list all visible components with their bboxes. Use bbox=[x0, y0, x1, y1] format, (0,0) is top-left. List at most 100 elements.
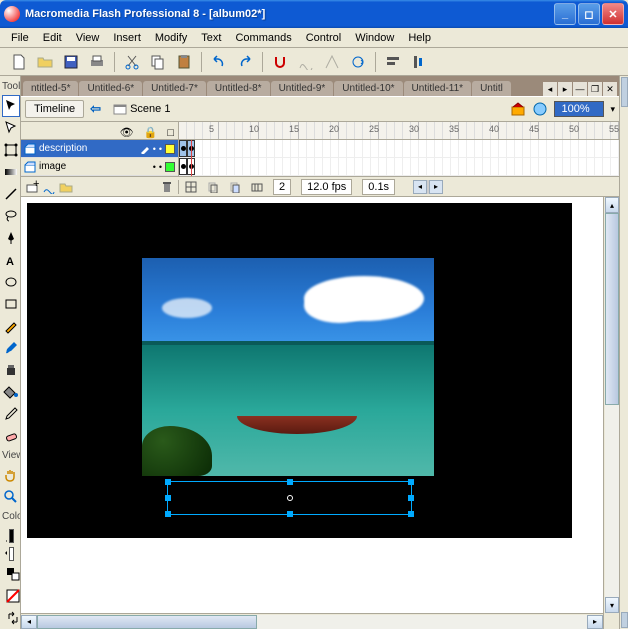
menu-help[interactable]: Help bbox=[401, 30, 438, 46]
hand-tool[interactable] bbox=[2, 464, 20, 486]
scroll-up-button[interactable]: ▴ bbox=[605, 197, 619, 213]
outline-header-icon[interactable]: □ bbox=[167, 127, 174, 139]
pencil-tool[interactable] bbox=[2, 315, 20, 337]
smooth-button[interactable] bbox=[295, 51, 317, 73]
tab-scroll-right[interactable]: ▸ bbox=[558, 82, 572, 96]
zoom-level-input[interactable]: 100% bbox=[554, 101, 604, 117]
tab-scroll-left[interactable]: ◂ bbox=[543, 82, 557, 96]
ink-bottle-tool[interactable] bbox=[2, 359, 20, 381]
swap-tool[interactable] bbox=[4, 607, 21, 629]
timeline-toggle-button[interactable]: Timeline bbox=[25, 100, 84, 118]
gradient-transform-tool[interactable] bbox=[2, 161, 20, 183]
zoom-dropdown-icon[interactable]: ▾ bbox=[610, 104, 615, 115]
insert-folder-button[interactable] bbox=[59, 180, 73, 194]
doc-tab-6[interactable]: Untitled-11* bbox=[404, 81, 472, 96]
window-close-button[interactable]: ✕ bbox=[602, 3, 624, 25]
rotate-button[interactable] bbox=[347, 51, 369, 73]
timeline-frames-area[interactable] bbox=[179, 140, 619, 176]
selection-tool[interactable] bbox=[2, 95, 20, 117]
stage-text-selection-box[interactable] bbox=[167, 481, 412, 515]
layer-vis-dot[interactable]: • bbox=[153, 162, 156, 172]
nocolor-tool[interactable] bbox=[4, 585, 21, 607]
pen-tool[interactable] bbox=[2, 227, 20, 249]
doc-close[interactable]: ✕ bbox=[603, 82, 617, 96]
onion-skin-icon[interactable] bbox=[207, 181, 219, 193]
open-button[interactable] bbox=[34, 51, 56, 73]
undo-button[interactable] bbox=[208, 51, 230, 73]
menu-modify[interactable]: Modify bbox=[148, 30, 194, 46]
onion-outline-icon[interactable] bbox=[229, 181, 241, 193]
edit-multiple-icon[interactable] bbox=[251, 181, 263, 193]
motion-guide-button[interactable] bbox=[42, 180, 56, 194]
window-minimize-button[interactable]: _ bbox=[554, 3, 576, 25]
subselection-tool[interactable] bbox=[2, 117, 20, 139]
eyedropper-tool[interactable] bbox=[2, 403, 20, 425]
text-tool[interactable]: A bbox=[2, 249, 20, 271]
menu-file[interactable]: File bbox=[4, 30, 36, 46]
stage-image[interactable] bbox=[142, 258, 434, 476]
menu-edit[interactable]: Edit bbox=[36, 30, 69, 46]
horizontal-scrollbar[interactable]: ◂ ▸ bbox=[21, 613, 603, 629]
snap-button[interactable] bbox=[269, 51, 291, 73]
fill-color-row[interactable] bbox=[4, 545, 16, 563]
panel-grabber[interactable] bbox=[621, 77, 628, 107]
doc-restore[interactable]: ❐ bbox=[588, 82, 602, 96]
edit-scene-icon[interactable] bbox=[510, 101, 526, 117]
panel-grabber[interactable] bbox=[621, 612, 628, 628]
layer-lock-dot[interactable]: • bbox=[159, 144, 162, 154]
zoom-tool[interactable] bbox=[2, 486, 20, 508]
layer-outline-chip[interactable] bbox=[165, 162, 175, 172]
scene-back-button[interactable]: ⇦ bbox=[90, 101, 101, 117]
doc-tab-4[interactable]: Untitled-9* bbox=[271, 81, 334, 96]
bw-tool[interactable] bbox=[4, 563, 21, 585]
window-maximize-button[interactable]: ◻ bbox=[578, 3, 600, 25]
doc-minimize[interactable]: — bbox=[573, 82, 587, 96]
paste-button[interactable] bbox=[173, 51, 195, 73]
brush-tool[interactable] bbox=[2, 337, 20, 359]
align-button[interactable] bbox=[382, 51, 404, 73]
menu-window[interactable]: Window bbox=[348, 30, 401, 46]
paint-bucket-tool[interactable] bbox=[2, 381, 20, 403]
straighten-button[interactable] bbox=[321, 51, 343, 73]
redo-button[interactable] bbox=[234, 51, 256, 73]
doc-tab-5[interactable]: Untitled-10* bbox=[334, 81, 402, 96]
stroke-color-row[interactable] bbox=[4, 527, 16, 545]
doc-tab-1[interactable]: Untitled-6* bbox=[79, 81, 142, 96]
line-tool[interactable] bbox=[2, 183, 20, 205]
scroll-right-button[interactable]: ▸ bbox=[587, 615, 603, 629]
print-button[interactable] bbox=[86, 51, 108, 73]
scroll-left-button[interactable]: ◂ bbox=[21, 615, 37, 629]
stage[interactable] bbox=[21, 197, 603, 613]
menu-control[interactable]: Control bbox=[299, 30, 348, 46]
scroll-thumb-h[interactable] bbox=[37, 615, 257, 629]
doc-tab-3[interactable]: Untitled-8* bbox=[207, 81, 270, 96]
scroll-thumb-v[interactable] bbox=[605, 213, 619, 405]
menu-view[interactable]: View bbox=[69, 30, 107, 46]
ruler-tick[interactable] bbox=[179, 122, 187, 139]
lock-header-icon[interactable]: 🔒 bbox=[144, 126, 158, 139]
doc-tab-0[interactable]: ntitled-5* bbox=[23, 81, 78, 96]
layer-vis-dot[interactable]: • bbox=[153, 144, 156, 154]
layer-outline-chip[interactable] bbox=[165, 144, 175, 154]
center-frame-icon[interactable] bbox=[185, 181, 197, 193]
layer-lock-dot[interactable]: • bbox=[159, 162, 162, 172]
scroll-down-button[interactable]: ▾ bbox=[605, 597, 619, 613]
timeline-scroll-left[interactable]: ◂ bbox=[413, 180, 427, 194]
menu-commands[interactable]: Commands bbox=[228, 30, 298, 46]
free-transform-tool[interactable] bbox=[2, 139, 20, 161]
delete-layer-button[interactable] bbox=[160, 180, 174, 194]
layer-row-description[interactable]: description • • bbox=[21, 140, 178, 158]
doc-tab-7[interactable]: Untitl bbox=[472, 81, 511, 96]
save-button[interactable] bbox=[60, 51, 82, 73]
timeline-scroll-right[interactable]: ▸ bbox=[429, 180, 443, 194]
insert-layer-button[interactable]: + bbox=[25, 180, 39, 194]
menu-insert[interactable]: Insert bbox=[106, 30, 148, 46]
menu-text[interactable]: Text bbox=[194, 30, 228, 46]
copy-button[interactable] bbox=[147, 51, 169, 73]
visibility-header-icon[interactable]: 👁 bbox=[120, 126, 134, 139]
vertical-scrollbar[interactable]: ▴ ▾ bbox=[604, 197, 619, 613]
lasso-tool[interactable] bbox=[2, 205, 20, 227]
doc-tab-2[interactable]: Untitled-7* bbox=[143, 81, 206, 96]
eraser-tool[interactable] bbox=[2, 425, 20, 447]
rectangle-tool[interactable] bbox=[2, 293, 20, 315]
